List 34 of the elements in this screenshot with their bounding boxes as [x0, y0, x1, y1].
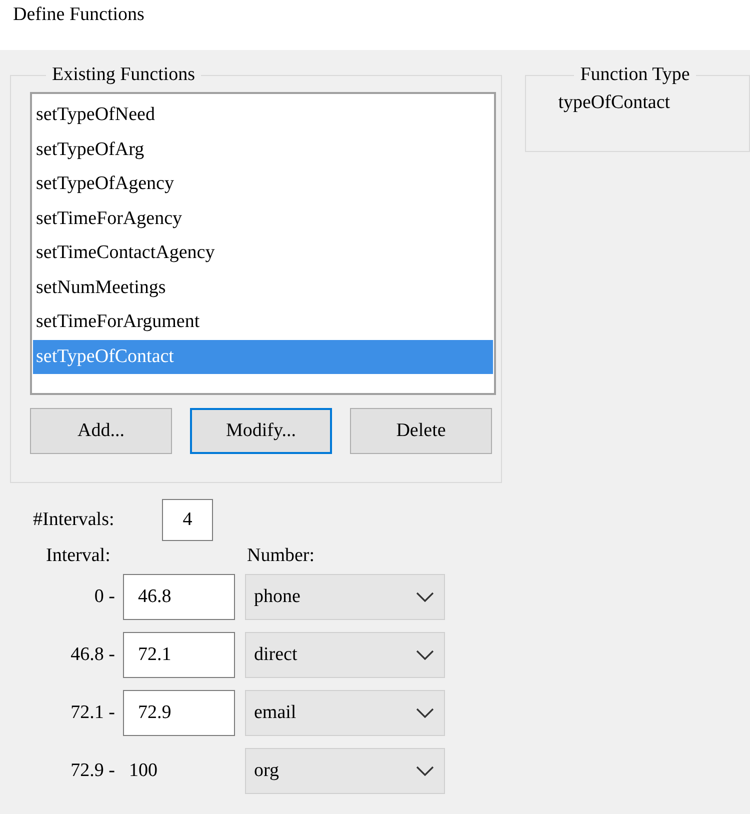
- input-field[interactable]: 46.8: [123, 574, 235, 620]
- list-item[interactable]: setTypeOfAgency: [33, 167, 493, 202]
- chevron-down-icon: [416, 708, 434, 718]
- interval-start: 0 -: [94, 586, 115, 608]
- interval-end: 100: [128, 760, 158, 782]
- button[interactable]: Add...: [30, 408, 172, 454]
- field-label: #Intervals:: [33, 509, 116, 531]
- dropdown[interactable]: email: [245, 690, 445, 736]
- column-label: Number:: [247, 545, 315, 567]
- list-item[interactable]: setTimeForAgency: [33, 202, 493, 236]
- list-item[interactable]: setTypeOfArg: [33, 132, 493, 167]
- group-title: Function Type: [579, 64, 691, 86]
- dropdown[interactable]: org: [245, 748, 445, 794]
- button[interactable]: Modify...: [190, 408, 332, 454]
- list-item[interactable]: setTimeForArgument: [33, 305, 493, 340]
- input-field[interactable]: 4: [162, 499, 213, 541]
- interval-start: 72.1 -: [70, 702, 115, 724]
- function-type-value: typeOfContact: [558, 92, 672, 114]
- input-field[interactable]: 72.9: [123, 690, 235, 736]
- dropdown[interactable]: phone: [245, 574, 445, 620]
- dropdown[interactable]: direct: [245, 632, 445, 678]
- interval-start: 72.9 -: [70, 760, 115, 782]
- column-label: Interval:: [46, 545, 112, 567]
- list-item[interactable]: setNumMeetings: [33, 270, 493, 305]
- button[interactable]: Delete: [350, 408, 492, 454]
- chevron-down-icon: [416, 766, 434, 776]
- group-title: Existing Functions: [51, 64, 196, 86]
- chevron-down-icon: [416, 650, 434, 660]
- interval-start: 46.8 -: [70, 644, 115, 666]
- list-item[interactable]: setTimeContactAgency: [33, 236, 493, 270]
- input-field[interactable]: 72.1: [123, 632, 235, 678]
- window-title: Define Functions: [12, 3, 146, 27]
- chevron-down-icon: [416, 592, 434, 602]
- list-item[interactable]: setTypeOfNeed: [33, 98, 493, 132]
